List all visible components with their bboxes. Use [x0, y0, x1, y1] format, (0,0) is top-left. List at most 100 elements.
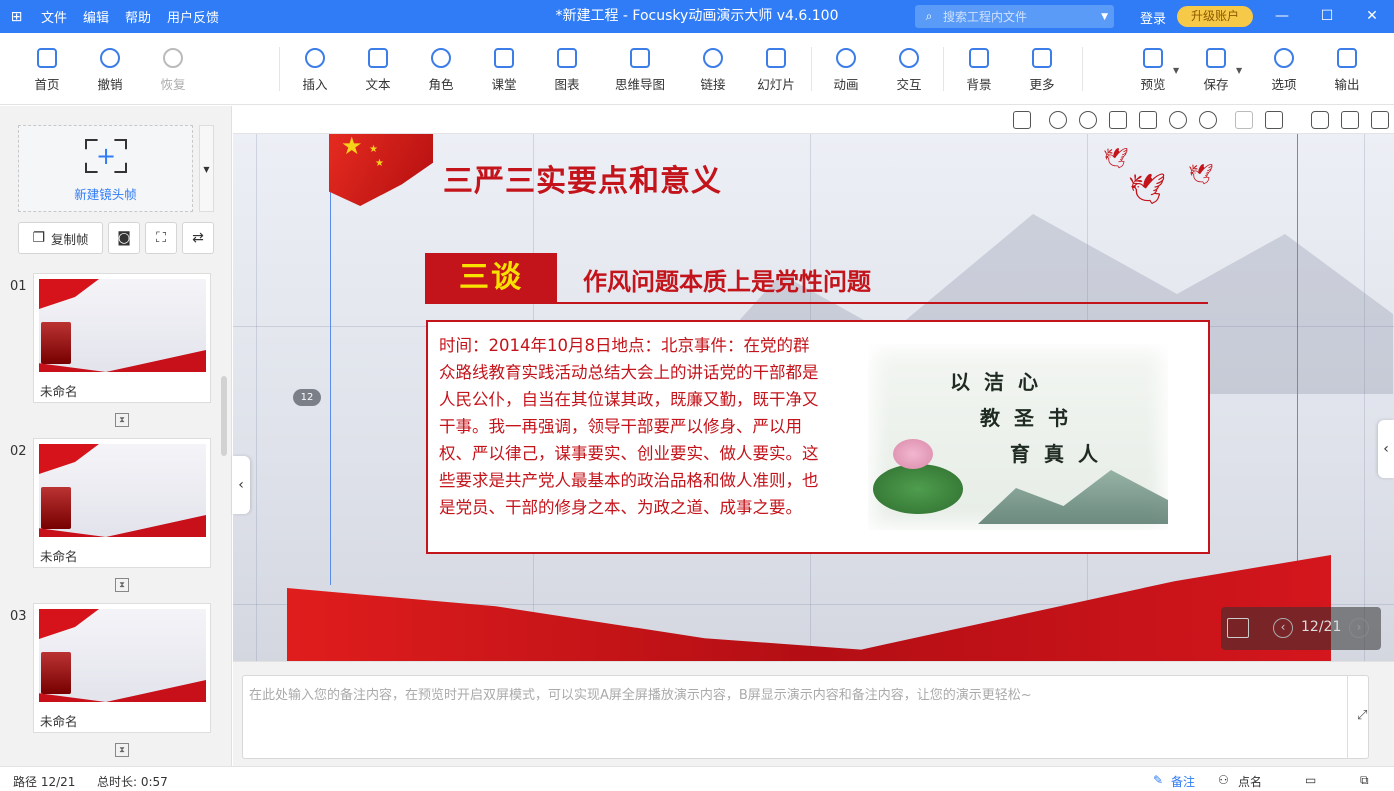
home-icon[interactable]	[1227, 618, 1249, 638]
frame-thumbnail-3[interactable]: 未命名	[33, 603, 211, 733]
transition-hourglass-icon[interactable]: ⧗	[115, 578, 129, 592]
screen-icon[interactable]: ▭	[1305, 773, 1316, 787]
expand-notes-icon[interactable]: ⤢	[1357, 708, 1367, 723]
copy-view-icon[interactable]	[1109, 111, 1127, 129]
fit-icon: ⛶	[156, 230, 166, 246]
chart-button[interactable]: 图表	[539, 45, 595, 93]
new-frame-button[interactable]: + 新建镜头帧	[18, 125, 193, 212]
frame-navigator: ‹ 12/21 ›	[1221, 607, 1381, 650]
frame-panel-scrollbar[interactable]	[221, 376, 227, 456]
lock-icon[interactable]	[1265, 111, 1283, 129]
flag-star-icon: ★	[341, 134, 363, 160]
canvas-toolbar	[233, 106, 1394, 134]
redo-button[interactable]: 恢复	[145, 45, 201, 93]
dove-icon: 🕊	[1188, 162, 1214, 186]
app-logo-icon[interactable]: ⊞	[0, 0, 33, 33]
options-button[interactable]: 选项	[1256, 45, 1312, 93]
interaction-button[interactable]: 交互	[881, 45, 937, 93]
login-link[interactable]: 登录	[1140, 8, 1166, 27]
content-box[interactable]: 时间：2014年10月8日地点：北京事件：在党的群众路线教育实践活动总结大会上的…	[426, 320, 1210, 554]
thumbnail-caption: 未命名	[40, 384, 78, 399]
transition-hourglass-icon[interactable]: ⧗	[115, 413, 129, 427]
section-title[interactable]: 作风问题本质上是党性问题	[583, 262, 871, 297]
thumbnail-caption: 未命名	[40, 714, 78, 729]
undo-button[interactable]: 撤销	[82, 45, 138, 93]
redo-label: 恢复	[160, 77, 186, 92]
notes-toggle-icon[interactable]: ✎	[1153, 773, 1163, 787]
mindmap-button[interactable]: 思维导图	[606, 45, 674, 93]
grid-line	[1364, 134, 1365, 661]
frame-thumbnail-1[interactable]: 未命名	[33, 273, 211, 403]
crop-icon[interactable]	[1371, 111, 1389, 129]
more-button[interactable]: 更多	[1014, 45, 1070, 93]
rotate-left-icon[interactable]	[1049, 111, 1067, 129]
notes-toggle[interactable]: 备注	[1171, 773, 1195, 790]
collapse-panel-button[interactable]: ‹	[232, 456, 250, 514]
slide-title[interactable]: 三严三实要点和意义	[443, 156, 722, 200]
grid-icon	[1032, 48, 1052, 68]
menu-file[interactable]: 文件	[33, 7, 75, 26]
options-label: 选项	[1271, 77, 1297, 92]
main-toolbar: 首页 撤销 恢复 插入 文本 角色 课堂 图表 思维导图 链接 幻灯片 动画 交…	[0, 33, 1394, 105]
slide-button[interactable]: 幻灯片	[748, 45, 804, 93]
search-input[interactable]: 搜索工程内文件	[943, 8, 1027, 25]
align-icon[interactable]	[1235, 111, 1253, 129]
classroom-label: 课堂	[491, 77, 517, 92]
frame-thumbnail-2[interactable]: 未命名	[33, 438, 211, 568]
frame-page-indicator: 12/21	[1301, 619, 1342, 635]
copy-frame-button[interactable]: ❐ 复制帧	[18, 222, 103, 254]
upgrade-button[interactable]: 升级账户	[1177, 6, 1253, 27]
transition-hourglass-icon[interactable]: ⧗	[115, 743, 129, 757]
home-view-icon[interactable]	[1013, 111, 1031, 129]
minimize-icon[interactable]: —	[1272, 6, 1292, 26]
thumbnail-number: 01	[10, 279, 27, 294]
search-box[interactable]: ⌕ 搜索工程内文件 ▼	[915, 5, 1114, 28]
link-button[interactable]: 链接	[685, 45, 741, 93]
fit-frame-button[interactable]: ⛶	[145, 222, 177, 254]
menu-feedback[interactable]: 用户反馈	[159, 7, 227, 26]
export-button[interactable]: 输出	[1319, 45, 1375, 93]
path-number-badge[interactable]: 12	[293, 389, 321, 406]
menu-help[interactable]: 帮助	[117, 7, 159, 26]
background-button[interactable]: 背景	[951, 45, 1007, 93]
chevron-down-icon[interactable]: ▼	[1101, 12, 1108, 22]
slide-label: 幻灯片	[757, 77, 795, 92]
thumbnail-number: 03	[10, 609, 27, 624]
expand-right-panel-button[interactable]: ‹	[1378, 420, 1394, 478]
new-frame-dropdown-icon[interactable]: ▼	[199, 125, 214, 212]
frame-guide-line	[330, 134, 331, 585]
text-button[interactable]: 文本	[350, 45, 406, 93]
window-icon[interactable]: ⧉	[1360, 773, 1369, 788]
classroom-button[interactable]: 课堂	[476, 45, 532, 93]
preview-dropdown-icon[interactable]: ▼	[1173, 66, 1179, 75]
save-dropdown-icon[interactable]: ▼	[1236, 66, 1242, 75]
calligraphy-painting[interactable]: 以洁心 教圣书 育真人	[868, 344, 1168, 530]
content-text[interactable]: 时间：2014年10月8日地点：北京事件：在党的群众路线教育实践活动总结大会上的…	[439, 332, 824, 521]
previous-frame-icon[interactable]: ‹	[1273, 618, 1293, 638]
insert-button[interactable]: 插入	[287, 45, 343, 93]
section-label[interactable]: 三谈	[425, 253, 557, 303]
home-button[interactable]: 首页	[19, 45, 75, 93]
link-icon	[703, 48, 723, 68]
zoom-in-icon[interactable]	[1169, 111, 1187, 129]
more-label: 更多	[1029, 77, 1055, 92]
screenshot-camera-icon[interactable]	[1311, 111, 1329, 129]
camera-icon: ◙	[117, 230, 131, 246]
image-view-icon[interactable]	[1341, 111, 1359, 129]
close-icon[interactable]: ✕	[1362, 6, 1382, 26]
rollcall-icon[interactable]: ⚇	[1218, 773, 1229, 787]
zoom-out-icon[interactable]	[1199, 111, 1217, 129]
rollcall-button[interactable]: 点名	[1238, 773, 1262, 790]
editor-canvas[interactable]: ★ ★ ★ 三严三实要点和意义 🕊 🕊 🕊 三谈 作风问题本质上是党性问题 时间…	[233, 134, 1394, 661]
undo-label: 撤销	[97, 77, 123, 92]
menu-bar: ⊞ 文件 编辑 帮助 用户反馈	[0, 0, 227, 33]
paste-view-icon[interactable]	[1139, 111, 1157, 129]
role-button[interactable]: 角色	[413, 45, 469, 93]
camera-button[interactable]: ◙	[108, 222, 140, 254]
swap-button[interactable]: ⇄	[182, 222, 214, 254]
next-frame-icon[interactable]: ›	[1349, 618, 1369, 638]
maximize-icon[interactable]: ☐	[1317, 6, 1337, 26]
rotate-right-icon[interactable]	[1079, 111, 1097, 129]
animation-button[interactable]: 动画	[818, 45, 874, 93]
menu-edit[interactable]: 编辑	[75, 7, 117, 26]
